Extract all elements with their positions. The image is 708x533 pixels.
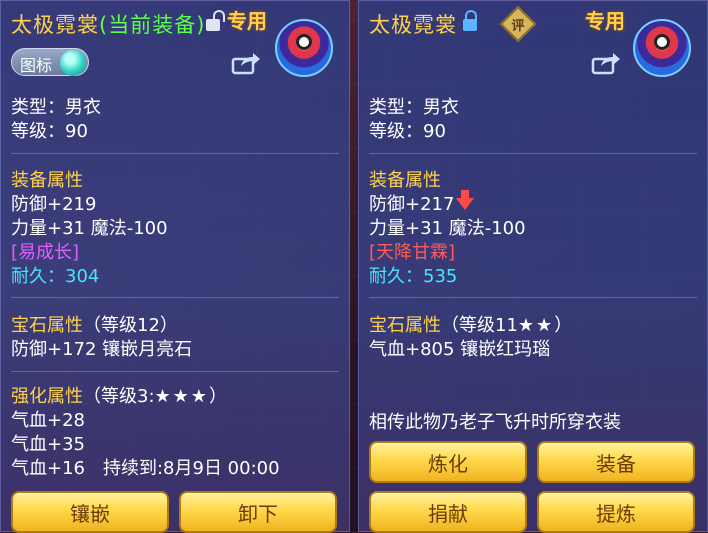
item-name: 太极霓裳 [369,13,457,37]
item-icon [633,19,691,77]
durability: 耐久：304 [11,266,100,287]
gem-attr-row: 宝石属性（等级11★★） [369,314,572,338]
lock-open-icon[interactable] [206,10,225,31]
down-arrow-icon [456,190,475,210]
stat-defense: 防御+219 [11,194,97,215]
compare-item-panel: 太极霓裳 评 专用 类型：男衣 等级：90 装备属性 防御+217 力量+31 … [358,0,708,533]
divider [11,371,339,372]
stat-strength-magic: 力量+31 魔法-100 [369,218,526,239]
item-type: 类型：男衣 [369,97,459,118]
enhance-stars: ★★★ [154,386,209,407]
equip-attr-header: 装备属性 [369,170,441,191]
extract-button[interactable]: 提炼 [537,491,695,533]
item-title: 太极霓裳 [369,9,457,39]
rating-label: 评 [511,18,525,34]
refine-button[interactable]: 炼化 [369,441,527,483]
share-icon[interactable] [591,51,621,75]
gem-level: （等级12） [83,315,178,336]
current-equipped-label: (当前装备) [99,13,206,37]
item-name: 太极霓裳 [11,13,99,37]
share-icon[interactable] [231,51,261,75]
stat-defense: 防御+217 [369,194,455,215]
rating-badge-icon[interactable]: 评 [499,5,537,43]
toggle-knob-icon [60,50,86,76]
stat-strength-magic: 力量+31 魔法-100 [11,218,168,239]
enhance-line-timed: 气血+16 持续到:8月9日 00:00 [11,458,280,479]
exclusive-label: 专用 [585,9,625,33]
gem-stars: ★★ [517,315,555,336]
lock-closed-icon[interactable] [463,10,477,31]
equip-attr-header: 装备属性 [11,170,83,191]
gem-description: 气血+805 镶嵌红玛瑙 [369,339,551,360]
exclusive-label: 专用 [227,9,267,33]
equip-button[interactable]: 装备 [537,441,695,483]
gem-close: ） [554,315,573,336]
item-level: 等级：90 [11,121,88,142]
item-title: 太极霓裳(当前装备) [11,9,205,39]
gem-attr-header: 宝石属性 [369,315,441,336]
special-tag: [天降甘霖] [369,242,456,263]
enhance-line: 气血+35 [11,434,85,455]
divider [369,153,697,154]
enhance-attr-row: 强化属性（等级3:★★★） [11,385,227,409]
enhance-level: （等级3: [83,386,155,407]
item-icon [275,19,333,77]
unequip-button[interactable]: 卸下 [179,491,337,533]
current-equipment-panel: 太极霓裳(当前装备) 专用 图标 类型：男衣 等级：90 装备属性 防御+219… [0,0,350,533]
special-tag: [易成长] [11,242,80,263]
gem-level: （等级11 [441,315,518,336]
item-level: 等级：90 [369,121,446,142]
donate-button[interactable]: 捐献 [369,491,527,533]
icon-toggle[interactable]: 图标 [11,48,89,76]
enhance-attr-header: 强化属性 [11,386,83,407]
inlay-button[interactable]: 镶嵌 [11,491,169,533]
durability: 耐久：535 [369,266,458,287]
gem-description: 防御+172 镶嵌月亮石 [11,339,193,360]
gem-attr-row: 宝石属性（等级12） [11,314,178,338]
stat-defense-row: 防御+217 [369,190,475,217]
gem-attr-header: 宝石属性 [11,315,83,336]
divider [11,297,339,298]
divider [369,297,697,298]
enhance-line: 气血+28 [11,410,85,431]
divider [11,153,339,154]
lore-text: 相传此物乃老子飞升时所穿衣装 [369,412,621,433]
item-type: 类型：男衣 [11,97,101,118]
icon-toggle-label: 图标 [20,56,53,75]
enhance-close: ） [208,386,227,407]
